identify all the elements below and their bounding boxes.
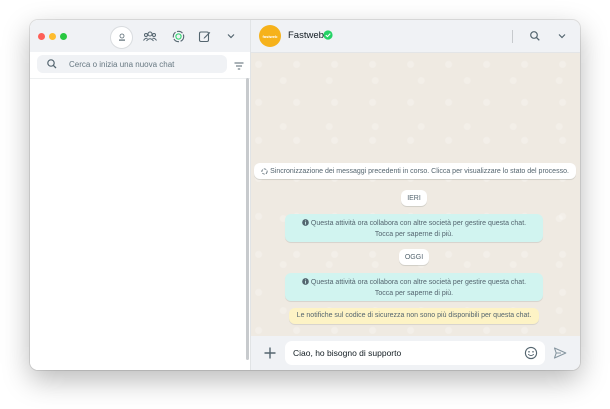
chat-list-scrollbar[interactable]: [246, 78, 249, 360]
header-divider: [512, 30, 513, 43]
sidebar: [30, 20, 251, 370]
profile-avatar[interactable]: [110, 26, 133, 49]
conversation-header[interactable]: fastweb Fastweb: [251, 20, 580, 53]
zoom-window-button[interactable]: [60, 33, 67, 40]
security-code-notice[interactable]: Le notifiche sul codice di sicurezza non…: [289, 308, 539, 324]
chat-list[interactable]: [30, 78, 250, 370]
sync-status-text: Sincronizzazione dei messaggi precedenti…: [270, 167, 569, 175]
send-icon[interactable]: [553, 346, 567, 360]
community-icon[interactable]: [142, 28, 158, 44]
status-icon[interactable]: [170, 28, 186, 44]
profile-logo-icon: [118, 33, 125, 41]
new-chat-icon[interactable]: [196, 28, 212, 44]
emoji-icon[interactable]: [524, 346, 538, 360]
sync-status-banner[interactable]: Sincronizzazione dei messaggi precedenti…: [254, 163, 576, 179]
close-window-button[interactable]: [38, 33, 45, 40]
attach-plus-icon[interactable]: [263, 346, 277, 360]
contact-name[interactable]: Fastweb: [288, 30, 324, 41]
composer: [251, 336, 580, 370]
business-notice[interactable]: Questa attività ora collabora con altre …: [285, 214, 543, 242]
date-separator-yesterday: IERI: [401, 190, 427, 206]
business-notice-text: Questa attività ora collabora con altre …: [310, 279, 527, 286]
info-icon: [302, 278, 309, 285]
business-notice-text: Questa attività ora collabora con altre …: [310, 220, 527, 227]
business-notice[interactable]: Questa attività ora collabora con altre …: [285, 273, 543, 301]
contact-avatar-text: fastweb: [262, 33, 278, 39]
chevron-down-icon[interactable]: [223, 28, 239, 44]
sidebar-header: [30, 20, 250, 52]
search-row: [30, 52, 250, 79]
business-notice-link[interactable]: Tocca per saperne di più.: [375, 290, 453, 297]
search-input[interactable]: [69, 55, 219, 73]
info-icon: [302, 219, 309, 226]
message-input[interactable]: [285, 341, 545, 365]
search-box[interactable]: [37, 55, 227, 73]
sync-spinner-icon: [261, 167, 268, 175]
verified-badge-icon: [323, 30, 333, 40]
filter-icon[interactable]: [233, 60, 245, 72]
contact-avatar[interactable]: fastweb: [259, 25, 281, 47]
chat-menu-chevron-icon[interactable]: [554, 28, 570, 44]
conversation-pane: fastweb Fastweb Sincronizzazione dei mes…: [251, 20, 580, 370]
search-icon: [47, 59, 57, 69]
business-notice-link[interactable]: Tocca per saperne di più.: [375, 231, 453, 238]
search-messages-icon[interactable]: [527, 28, 543, 44]
date-separator-today: OGGI: [399, 249, 429, 265]
app-window: fastweb Fastweb: [30, 20, 580, 370]
minimize-window-button[interactable]: [49, 33, 56, 40]
